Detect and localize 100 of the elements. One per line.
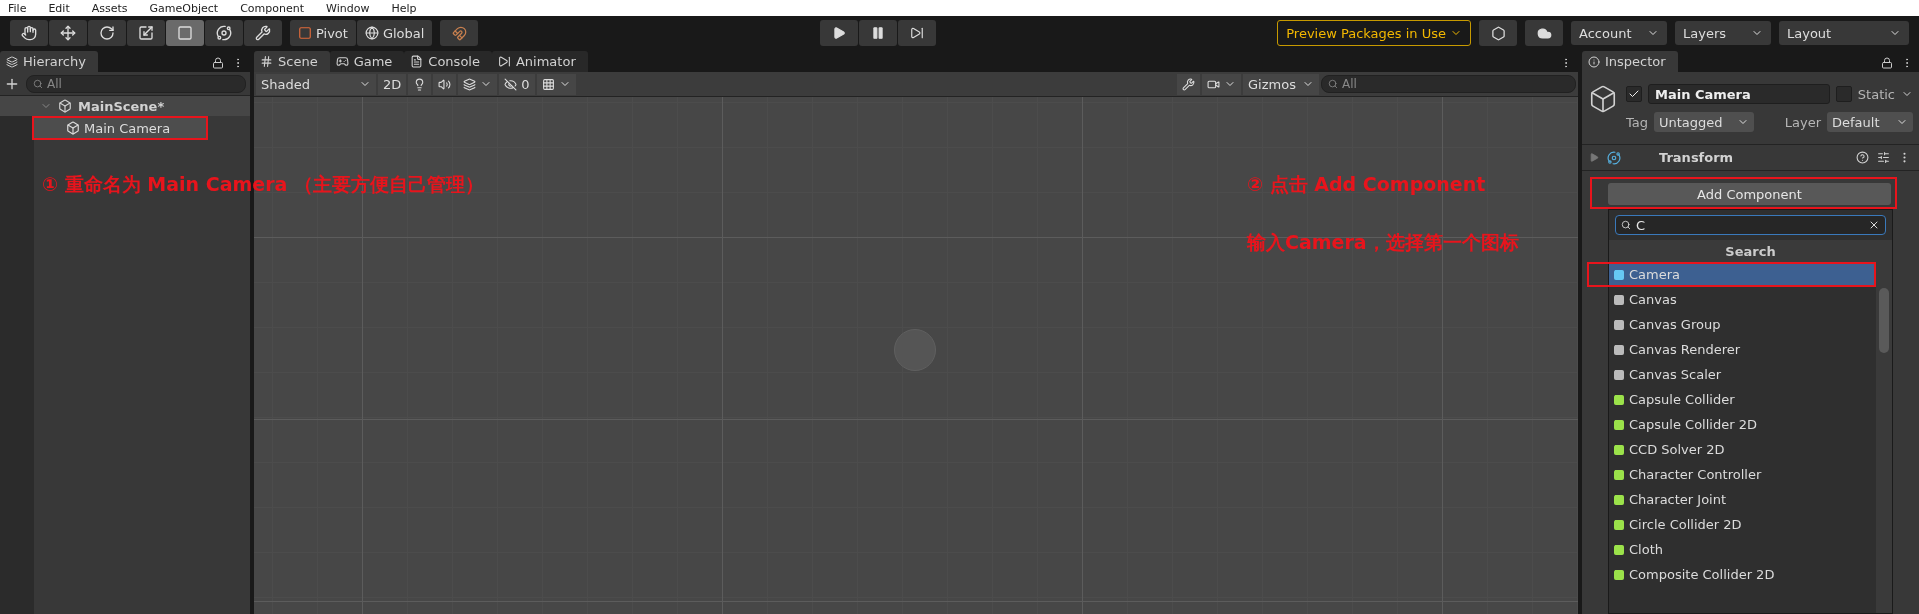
search-field[interactable]: C [1615,215,1886,235]
search-icon [1328,79,1338,89]
tools-icon [1182,77,1195,91]
snap-button[interactable] [440,20,479,46]
shading-dropdown[interactable]: Shaded [256,73,376,95]
component-option[interactable]: Canvas Group [1609,312,1876,337]
globe-icon [364,26,379,40]
lock-icon [1881,57,1893,69]
preview-packages-button[interactable]: Preview Packages in Use [1277,20,1471,46]
cloud-icon [1536,25,1552,41]
menu-item[interactable]: GameObject [149,1,219,15]
search-field[interactable]: All [26,74,246,93]
tool-button[interactable] [88,20,126,46]
component-option[interactable]: Circle Collider 2D [1609,512,1876,537]
magnet-icon [451,25,467,41]
cloud-button[interactable] [1525,20,1563,46]
component-title[interactable]: Transform [1659,150,1848,165]
lighting-button[interactable] [408,73,432,95]
static-checkbox[interactable] [1835,86,1852,102]
audio-button[interactable] [433,73,457,95]
grid-icon [541,77,555,91]
component-option[interactable]: Canvas Renderer [1609,337,1876,362]
component-icon [1613,443,1625,456]
2d-toggle[interactable]: 2D [378,73,407,95]
hash-icon [260,55,273,68]
component-icon [1613,518,1625,531]
menu-item[interactable]: Edit [48,1,70,15]
step-button[interactable] [897,20,936,46]
lock-icon [212,57,224,69]
tag-dropdown[interactable]: Untagged [1654,112,1754,132]
camera-button[interactable] [1202,73,1241,95]
menu-item[interactable]: Window [326,1,370,15]
pivot-button[interactable]: Pivot [290,20,356,46]
component-option[interactable]: Camera [1609,264,1874,285]
global-button[interactable]: Global [356,20,433,46]
cube-icon [1588,84,1618,114]
tool-button[interactable] [205,20,243,46]
component-option[interactable]: Canvas Scaler [1609,362,1876,387]
scale-icon [138,25,154,41]
annotation-text: ① 重命名为 Main Camera （主要方便自己管理） [42,172,484,197]
layers-dropdown[interactable]: Layers [1675,21,1771,45]
component-icon [1613,268,1625,281]
add-component-button[interactable]: Add Component [1608,183,1891,205]
gizmos-dropdown[interactable]: Gizmos [1243,73,1319,95]
tool-button[interactable] [127,20,165,46]
step-icon [909,26,924,40]
grid-button[interactable] [536,73,576,95]
tools-button[interactable] [1177,73,1200,95]
tool-button[interactable] [10,20,48,46]
component-icon [1613,368,1625,381]
static-label: Static [1857,86,1895,102]
component-icon [1613,568,1625,581]
hexagon-icon [1490,25,1506,41]
component-option[interactable]: Capsule Collider 2D [1609,412,1876,437]
name-field[interactable]: Main Camera [1648,84,1830,104]
layout-dropdown[interactable]: Layout [1779,21,1909,45]
hierarchy-tab[interactable]: Hierarchy [0,51,98,72]
view-tab[interactable]: Animator [491,51,588,72]
scrollbar-thumb[interactable] [1879,288,1889,353]
component-option[interactable]: Canvas [1609,287,1876,312]
account-dropdown[interactable]: Account [1571,21,1667,45]
hidden-objects-button[interactable]: 0 [499,73,535,95]
search-icon [1621,220,1631,230]
menu-item[interactable]: Assets [91,1,128,15]
menu-item[interactable]: Help [391,1,417,15]
cube-icon [66,121,80,135]
move-icon [60,25,76,41]
effects-button[interactable] [458,73,498,95]
component-icon [1613,293,1625,306]
search-icon [33,78,43,89]
info-icon [1588,55,1600,68]
search-field[interactable]: All [1321,75,1576,93]
pause-icon [870,26,885,40]
view-tab[interactable]: Game [329,51,405,72]
rotate-icon [99,25,115,41]
scene-row[interactable]: MainScene* [0,96,250,116]
tool-button[interactable] [49,20,87,46]
results-header: Search [1609,240,1892,262]
package-button[interactable] [1479,20,1517,46]
menu-item[interactable]: File [8,1,27,15]
component-option[interactable]: CCD Solver 2D [1609,437,1876,462]
rect-icon [177,25,193,41]
component-option[interactable]: Character Joint [1609,487,1876,512]
component-icon [1613,543,1625,556]
menu-item[interactable]: Component [240,1,304,15]
pause-button[interactable] [858,20,897,46]
tool-button[interactable] [244,20,282,46]
component-option[interactable]: Cloth [1609,537,1876,562]
component-option[interactable]: Character Controller [1609,462,1876,487]
inspector-tab[interactable]: Inspector [1582,51,1678,72]
view-tab[interactable]: Console [404,51,492,72]
active-checkbox[interactable] [1626,86,1642,102]
speaker-icon [438,77,452,91]
play-button[interactable] [819,20,858,46]
view-tab[interactable]: Scene [254,51,330,72]
layer-dropdown[interactable]: Default [1827,112,1913,132]
hierarchy-item[interactable]: Main Camera [34,118,206,138]
tools-icon [255,25,271,41]
component-option[interactable]: Capsule Collider [1609,387,1876,412]
component-option[interactable]: Composite Collider 2D [1609,562,1876,587]
